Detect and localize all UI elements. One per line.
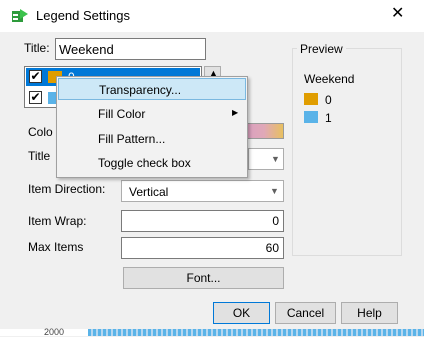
preview-item-label-1: 1: [325, 111, 332, 125]
max-items-label: Max Items: [28, 240, 84, 254]
checkbox-item-1[interactable]: ✔: [29, 91, 42, 104]
font-button[interactable]: Font...: [123, 267, 284, 289]
menu-item-label: Fill Color: [98, 107, 146, 121]
preview-swatch-0: [304, 93, 318, 105]
menu-item-label: Toggle check box: [98, 156, 191, 170]
title-field-label: Title:: [24, 41, 50, 55]
title-input[interactable]: Weekend: [55, 38, 206, 60]
app-icon: [12, 9, 28, 22]
color-gradient-swatch[interactable]: [244, 123, 284, 139]
window-title: Legend Settings: [36, 8, 130, 23]
chevron-down-icon: ▼: [270, 186, 279, 196]
chevron-down-icon: ▼: [271, 154, 280, 164]
title-input-value: Weekend: [59, 42, 114, 57]
title-position-select[interactable]: ▼: [248, 148, 284, 170]
title-position-label: Title: [28, 149, 51, 163]
menu-item-transparency[interactable]: Transparency...: [58, 78, 246, 100]
preview-group-label: Preview: [297, 42, 346, 56]
item-direction-select[interactable]: Vertical ▼: [121, 180, 284, 202]
max-items-value: 60: [265, 241, 279, 255]
item-wrap-value: 0: [272, 214, 279, 228]
color-label: Colo: [28, 125, 53, 139]
menu-item-label: Transparency...: [99, 83, 182, 97]
item-wrap-label: Item Wrap:: [28, 214, 87, 228]
preview-swatch-1: [304, 111, 318, 123]
close-icon[interactable]: ✕: [391, 3, 404, 23]
chevron-right-icon: ▶: [232, 108, 239, 117]
checkbox-item-0[interactable]: ✔: [29, 70, 42, 83]
help-button[interactable]: Help: [341, 302, 398, 324]
menu-item-toggle-checkbox[interactable]: Toggle check box: [58, 152, 246, 174]
item-direction-label: Item Direction:: [28, 182, 106, 196]
max-items-input[interactable]: 60: [121, 237, 284, 259]
menu-item-fill-color[interactable]: Fill Color ▶: [58, 103, 246, 125]
item-wrap-input[interactable]: 0: [121, 210, 284, 232]
preview-title: Weekend: [304, 72, 355, 86]
cancel-button[interactable]: Cancel: [275, 302, 336, 324]
preview-item-label-0: 0: [325, 93, 332, 107]
item-direction-value: Vertical: [129, 185, 169, 199]
ok-button[interactable]: OK: [213, 302, 270, 324]
context-menu: Transparency... Fill Color ▶ Fill Patter…: [56, 76, 248, 178]
menu-item-label: Fill Pattern...: [98, 132, 166, 146]
background-chart-bars: [88, 329, 424, 336]
menu-item-fill-pattern[interactable]: Fill Pattern...: [58, 128, 246, 150]
